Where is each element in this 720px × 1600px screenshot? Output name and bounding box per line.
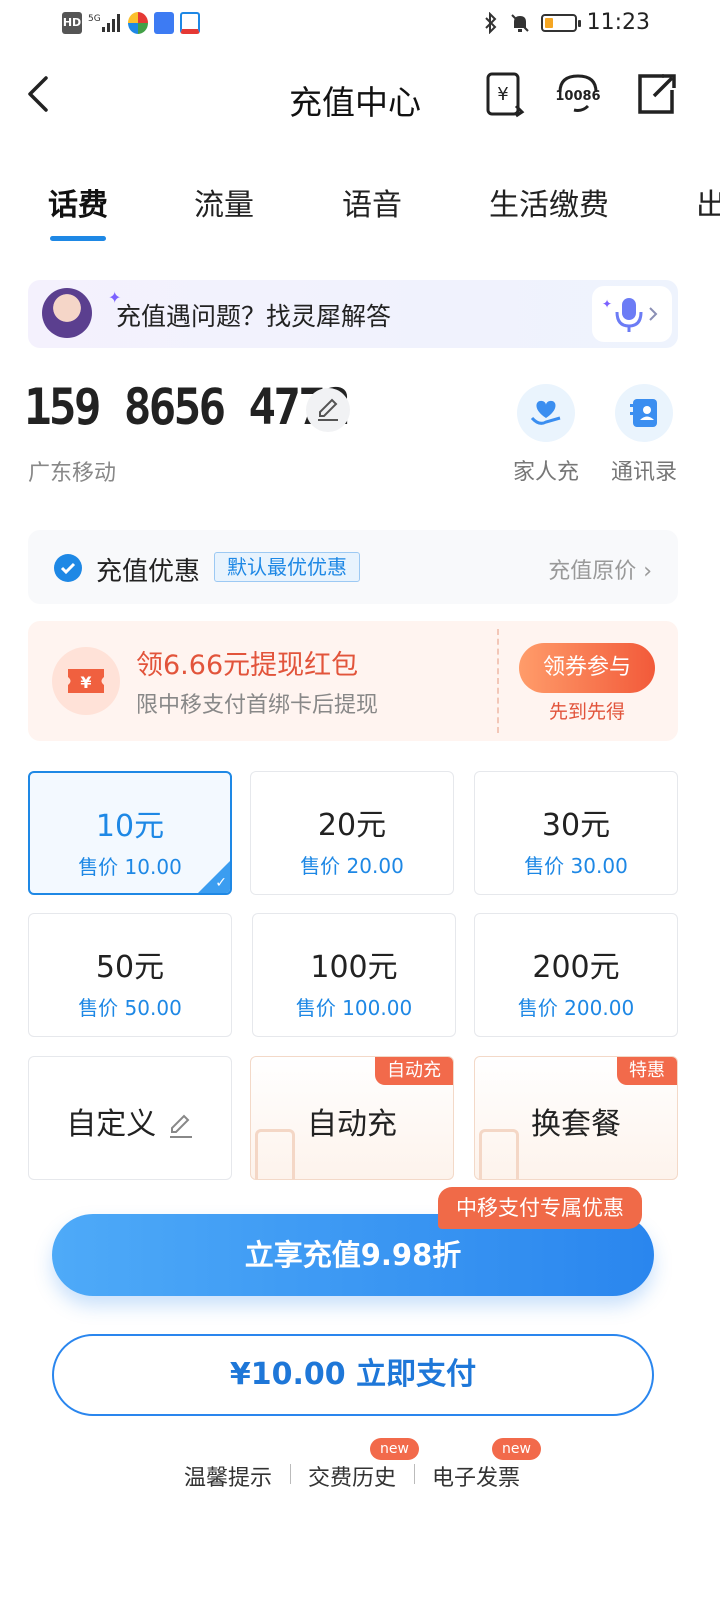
amount-value: 100元 [310,950,398,985]
tab-phone-bill[interactable]: 话费 [48,180,108,224]
discount-badge: 默认最优优惠 [214,552,360,582]
new-badge: new [370,1438,419,1460]
amount-price: 售价 20.00 [300,854,404,878]
ai-assistant-banner[interactable]: ✦ 充值遇问题？找灵犀解答 ✦ [28,280,678,348]
exclusive-offer-tag: 中移支付专属优惠 [438,1187,642,1229]
red-packet-icon: ¥ [52,647,120,715]
share-icon[interactable] [634,70,678,118]
amount-option-10[interactable]: 10元 售价 10.00 ✓ [28,771,232,895]
status-right: 11:23 [483,10,650,35]
auto-recharge-tag: 自动充 [375,1057,453,1085]
check-circle-icon [54,554,82,582]
e-invoice-link[interactable]: 电子发票 [432,1460,520,1492]
battery-icon [540,13,581,32]
amount-option-20[interactable]: 20元 售价 20.00 [250,771,454,895]
custom-amount-label: 自定义 [29,1099,231,1143]
amount-option-200[interactable]: 200元 售价 200.00 [474,913,678,1037]
footer-links: 温馨提示 交费历史 new 电子发票 new [0,1438,720,1500]
hd-icon: HD [62,12,82,34]
divider [414,1464,415,1484]
customer-service-10086-icon[interactable]: 10086 [552,70,604,118]
discount-selector[interactable]: 充值优惠 默认最优优惠 充值原价 › [28,530,678,604]
auto-recharge-option[interactable]: 自动充 自动充 [250,1056,454,1180]
bluetooth-icon [484,11,497,34]
amount-price: 售价 200.00 [517,996,635,1020]
status-bar: HD 5G 11:23 [0,0,720,48]
change-plan-option[interactable]: 特惠 换套餐 [474,1056,678,1180]
amount-option-30[interactable]: 30元 售价 30.00 [474,771,678,895]
contacts-icon [615,384,673,442]
check-icon: ✓ [215,875,227,891]
pencil-icon [318,398,338,421]
svg-text:5G: 5G [88,14,101,24]
contacts-label: 通讯录 [610,460,677,485]
amount-value: 200元 [532,950,620,985]
calendar-deco-icon [255,1129,295,1179]
contacts-button[interactable]: 通讯录 [604,384,684,486]
family-heart-icon [517,384,575,442]
amount-option-100[interactable]: 100元 售价 100.00 [252,913,456,1037]
category-tabs: 话费 流量 语音 生活缴费 出 [48,180,720,250]
app-icon-1 [128,12,148,34]
special-offer-tag: 特惠 [617,1057,677,1085]
status-time: 11:23 [586,10,650,35]
tab-voice[interactable]: 语音 [342,180,402,224]
svg-text:¥: ¥ [497,84,508,105]
svg-text:✦: ✦ [602,297,612,311]
coupon-subtitle: 限中移支付首绑卡后提现 [136,693,379,718]
coupon-title: 领6.66元提现红包 [136,650,359,681]
ai-banner-text: 充值遇问题？找灵犀解答 [116,302,392,331]
family-recharge-button[interactable]: 家人充 [506,384,586,486]
amount-price: 售价 50.00 [78,996,182,1020]
coupon-divider [497,629,499,733]
family-recharge-label: 家人充 [512,460,579,485]
tips-link[interactable]: 温馨提示 [184,1460,272,1492]
svg-text:¥: ¥ [80,673,91,692]
tab-data[interactable]: 流量 [194,180,254,224]
discount-title: 充值优惠 [96,557,201,587]
tab-living-payment[interactable]: 生活缴费 [489,180,609,224]
amount-value: 50元 [95,950,165,985]
divider [290,1464,291,1484]
claim-coupon-button[interactable]: 领券参与 [519,643,655,693]
original-price-link[interactable]: 充值原价 › [548,553,652,585]
amount-price: 售价 30.00 [524,854,628,878]
coupon-banner: ¥ 领6.66元提现红包 限中移支付首绑卡后提现 领券参与 先到先得 [28,621,678,741]
phone-number: 159 8656 4772 [24,378,351,436]
claim-coupon-note: 先到先得 [548,701,625,723]
signal-5g-icon: 5G [88,14,120,32]
new-badge: new [492,1438,541,1460]
service-number-text: 10086 [555,89,600,104]
tab-more[interactable]: 出 [696,180,720,224]
amount-value: 20元 [317,808,387,843]
voice-assistant-button[interactable]: ✦ [592,286,672,342]
amount-value: 10元 [95,809,165,844]
pencil-icon [169,1114,192,1138]
pay-now-button[interactable]: ¥10.00 立即支付 [52,1334,654,1416]
status-left-icons: HD 5G [62,12,200,34]
edit-phone-button[interactable] [306,388,350,432]
app-icon-3 [180,12,200,34]
page-title: 充值中心 [289,83,421,122]
app-header: 充值中心 ¥ 10086 [0,60,720,132]
app-icon-2 [154,12,174,34]
custom-amount-option[interactable]: 自定义 [28,1056,232,1180]
calendar-deco-icon [479,1129,519,1179]
amount-value: 30元 [541,808,611,843]
assistant-avatar [42,288,92,338]
payment-history-link[interactable]: 交费历史 [308,1460,396,1492]
carrier-label: 广东移动 [28,461,117,486]
active-tab-indicator [50,236,106,241]
amount-price: 售价 100.00 [295,996,413,1020]
mute-icon [510,13,529,32]
bill-icon[interactable]: ¥ [482,70,526,118]
amount-option-50[interactable]: 50元 售价 50.00 [28,913,232,1037]
microphone-icon: ✦ [602,297,658,332]
